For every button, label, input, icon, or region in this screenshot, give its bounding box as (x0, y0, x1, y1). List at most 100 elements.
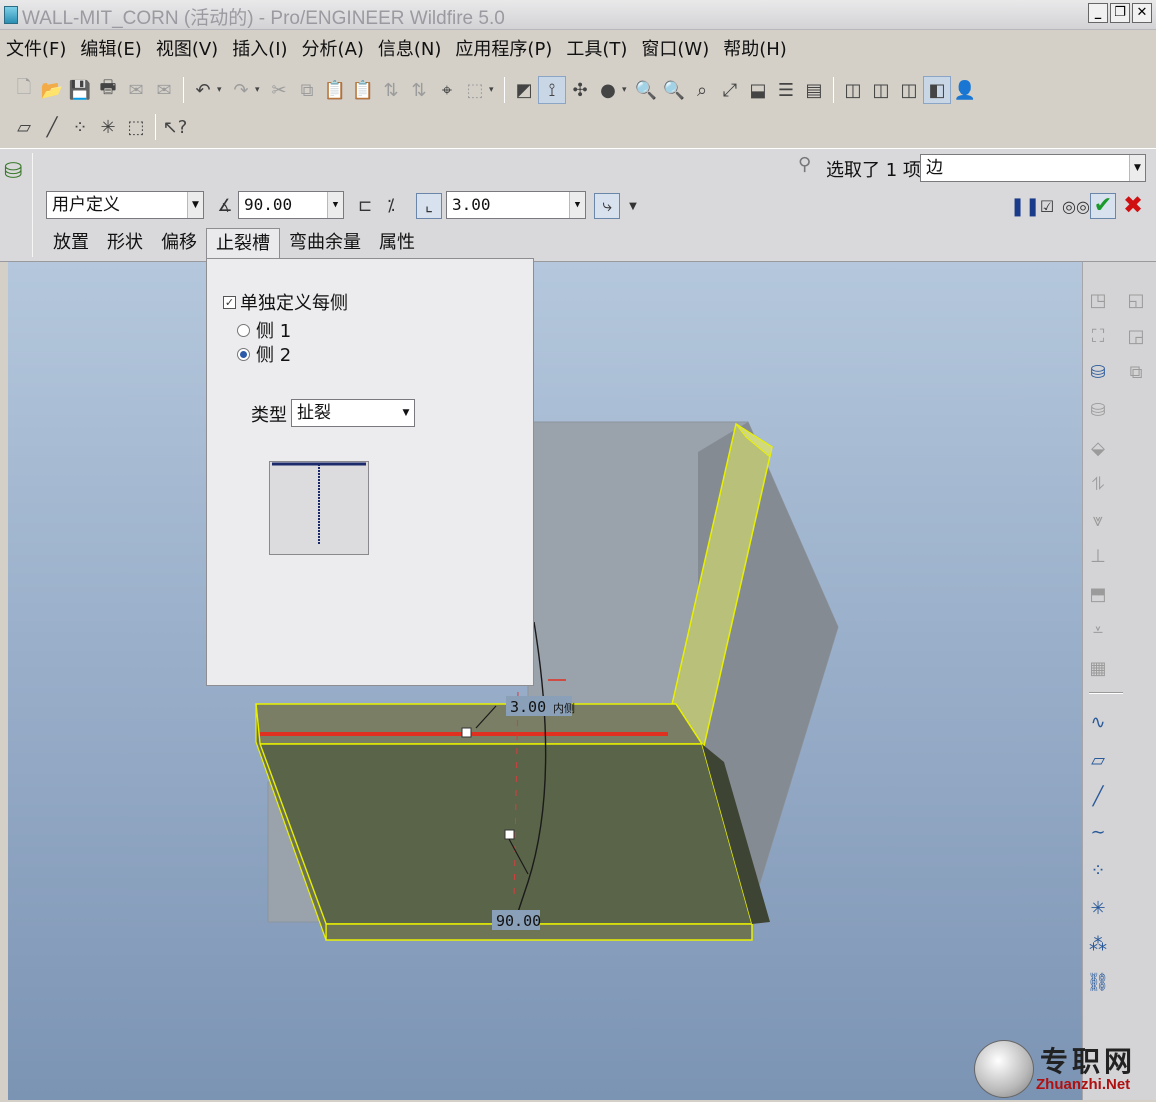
chevron-down-icon[interactable]: ▼ (398, 400, 414, 426)
undo-icon[interactable]: ↶ (189, 76, 217, 104)
menu-edit[interactable]: 编辑(E) (74, 34, 149, 66)
menu-tools[interactable]: 工具(T) (560, 34, 635, 66)
model-tree-icon[interactable]: 👤 (951, 76, 979, 104)
radius-side-dropdown-icon[interactable]: ▼ (620, 193, 646, 219)
flange-wall-tool-icon[interactable]: ⛁ (1085, 358, 1111, 386)
extend-wall-icon[interactable]: ⬙ (1085, 434, 1111, 462)
annotation-icon[interactable]: ⬚ (122, 113, 150, 141)
datum-point-icon[interactable]: ⁘ (66, 113, 94, 141)
regenerate-icon[interactable]: ⇅ (377, 76, 405, 104)
layers-icon[interactable]: ☰ (772, 76, 800, 104)
chevron-down-icon[interactable]: ▼ (1129, 155, 1145, 181)
edge-collector-select[interactable]: 边 ▼ (920, 154, 1146, 182)
menu-help[interactable]: 帮助(H) (717, 34, 795, 66)
angle-input[interactable]: 90.00 ▼ (238, 191, 344, 219)
minimize-button[interactable]: _ (1088, 3, 1108, 23)
side2-row[interactable]: 侧 2 (237, 341, 291, 367)
menu-analysis[interactable]: 分析(A) (296, 34, 372, 66)
redo-dropdown-icon[interactable]: ▾ (255, 85, 265, 95)
tab-bend-allowance[interactable]: 弯曲余量 (280, 228, 370, 258)
open-file-icon[interactable]: 📂 (38, 76, 66, 104)
axis-tool-icon[interactable]: ╱ (1085, 782, 1111, 810)
paste-special-icon[interactable]: 📋 (349, 76, 377, 104)
unattached-wall-icon[interactable]: ◱ (1123, 286, 1149, 314)
merge-wall-icon[interactable]: ⧉ (1123, 358, 1149, 386)
angle-drag-handle[interactable] (504, 829, 515, 840)
flatten-icon[interactable]: ▦ (1085, 654, 1111, 682)
twist-wall-icon[interactable]: ⛁ (1085, 396, 1111, 424)
refit-icon[interactable]: ⌕ (688, 76, 716, 104)
datum-axis-icon[interactable]: ╱ (38, 113, 66, 141)
menu-window[interactable]: 窗口(W) (635, 34, 717, 66)
angle-icon[interactable]: ∡ (212, 193, 238, 219)
flat-wall-icon[interactable]: ◳ (1085, 286, 1111, 314)
chain-link-icon[interactable]: ⛓ (1085, 968, 1111, 996)
spin-center-icon[interactable]: ✣ (566, 76, 594, 104)
view-manager-icon[interactable]: ▤ (800, 76, 828, 104)
graphics-window[interactable]: 3.00 内侧 90.00 (8, 262, 1082, 1100)
bend-icon[interactable]: ⩔ (1085, 506, 1111, 534)
zoom-out-icon[interactable]: 🔍 (660, 76, 688, 104)
save-icon[interactable]: 💾 (66, 76, 94, 104)
tab-shape[interactable]: 形状 (98, 228, 152, 258)
saved-views-icon[interactable]: ⬓ (744, 76, 772, 104)
radius-drag-handle[interactable] (461, 727, 472, 738)
paste-icon[interactable]: 📋 (321, 76, 349, 104)
radius-side-label[interactable]: 内侧 (553, 701, 575, 715)
menu-view[interactable]: 视图(V) (150, 34, 226, 66)
chevron-down-icon[interactable]: ▼ (327, 192, 343, 218)
relief-type-select[interactable]: 扯裂 ▼ (291, 399, 415, 427)
bend-radius-icon[interactable]: ⌞ (416, 193, 442, 219)
menu-file[interactable]: 文件(F) (0, 34, 74, 66)
revolve-wall-icon[interactable]: ◲ (1123, 322, 1149, 350)
preview-check-icon[interactable]: ☑ (1036, 197, 1058, 216)
ok-check-icon[interactable]: ✔ (1090, 193, 1116, 219)
undo-dropdown-icon[interactable]: ▾ (217, 85, 227, 95)
sketch-tool-icon[interactable]: ∿ (1085, 708, 1111, 736)
datum-csys-icon[interactable]: ✳ (94, 113, 122, 141)
pause-icon[interactable]: ❚❚ (1010, 196, 1040, 217)
chevron-down-icon[interactable]: ▼ (187, 192, 203, 218)
no-hidden-icon[interactable]: ◫ (895, 76, 923, 104)
select-dropdown-icon[interactable]: ▾ (489, 85, 499, 95)
menu-insert[interactable]: 插入(I) (226, 34, 295, 66)
sketch-view-icon[interactable]: ◩ (510, 76, 538, 104)
tab-relief[interactable]: 止裂槽 (206, 228, 280, 258)
glasses-preview-icon[interactable]: ◎◎ (1062, 197, 1090, 216)
restore-button[interactable]: ❐ (1110, 3, 1130, 23)
tab-properties[interactable]: 属性 (370, 228, 424, 258)
model-canvas[interactable]: 3.00 内侧 90.00 (8, 262, 1082, 1100)
context-help-icon[interactable]: ↖? (161, 113, 189, 141)
menu-applications[interactable]: 应用程序(P) (449, 34, 560, 66)
hidden-line-icon[interactable]: ◫ (867, 76, 895, 104)
define-each-side-row[interactable]: ✓ 单独定义每侧 (223, 289, 348, 315)
shading-dropdown-icon[interactable]: ▾ (622, 85, 632, 95)
find-icon[interactable]: ⌖ (433, 76, 461, 104)
tab-offset[interactable]: 偏移 (152, 228, 206, 258)
datum-display-icon[interactable]: ⟟ (538, 76, 566, 104)
email-link-icon[interactable]: ✉ (150, 76, 178, 104)
form-icon[interactable]: ⩡ (1085, 616, 1111, 644)
unbend-icon[interactable]: ⊥ (1085, 542, 1111, 570)
point-tool-icon[interactable]: ⁘ (1085, 856, 1111, 884)
email-icon[interactable]: ✉ (122, 76, 150, 104)
plane-tool-icon[interactable]: ▱ (1085, 746, 1111, 774)
regen-manager-icon[interactable]: ⇅ (405, 76, 433, 104)
reorient-icon[interactable]: ⤢ (716, 76, 744, 104)
length-icon[interactable]: ⊏ (352, 193, 378, 219)
radius-input[interactable]: 3.00 ▼ (446, 191, 586, 219)
csys-tool-icon[interactable]: ✳ (1085, 894, 1111, 922)
new-file-icon[interactable]: 🗋 (10, 76, 38, 104)
tab-placement[interactable]: 放置 (44, 228, 98, 258)
chevron-down-icon[interactable]: ▼ (569, 192, 585, 218)
print-icon[interactable]: 🖶 (94, 76, 122, 104)
radius-dim-value[interactable]: 3.00 (510, 698, 546, 716)
rip-icon[interactable]: ⥮ (1085, 470, 1111, 498)
datum-plane-icon[interactable]: ▱ (10, 113, 38, 141)
wireframe-icon[interactable]: ◫ (839, 76, 867, 104)
side2-radio[interactable] (237, 347, 250, 361)
zoom-in-icon[interactable]: 🔍 (632, 76, 660, 104)
analysis-tool-icon[interactable]: ⁂ (1085, 930, 1111, 958)
cancel-x-icon[interactable]: ✖ (1120, 193, 1146, 219)
extrude-wall-icon[interactable]: ⛶ (1085, 322, 1111, 350)
